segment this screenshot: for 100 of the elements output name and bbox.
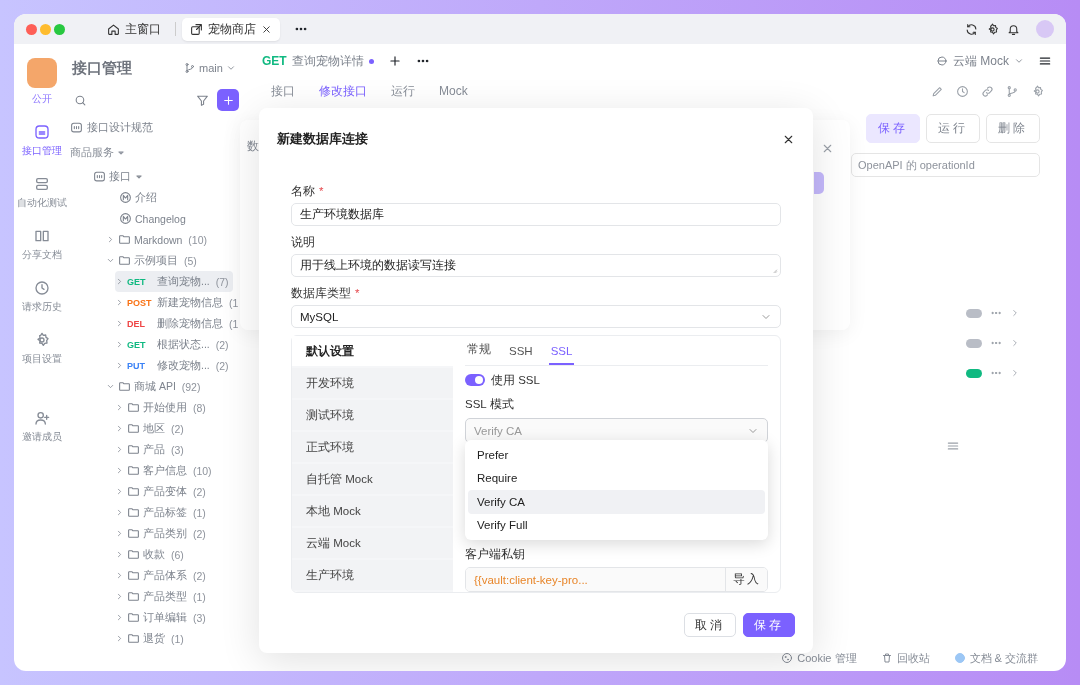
dropdown-option[interactable]: Require — [468, 466, 765, 490]
link-icon[interactable] — [981, 84, 994, 98]
tree-item[interactable]: 示例项目 (5) — [106, 250, 201, 271]
close-window-button[interactable] — [26, 23, 37, 35]
action-button[interactable]: 删除 — [986, 114, 1040, 143]
nav-item[interactable]: 邀请成员 — [22, 410, 62, 444]
input-field[interactable]: 生产环境数据库 — [291, 203, 781, 226]
tree-item[interactable]: 产品 (3) — [115, 439, 188, 460]
markdown-doc-icon — [119, 212, 132, 225]
method-label: POST — [127, 297, 153, 308]
filter-icon[interactable] — [196, 93, 209, 107]
tree-item[interactable]: GET 查询宠物... (7) — [115, 271, 233, 292]
chevron-right-icon — [115, 340, 124, 349]
environment-item[interactable]: 默认设置 — [292, 336, 453, 366]
action-button[interactable]: 运行 — [926, 114, 980, 143]
tree-item[interactable]: 订单编辑 (3) — [115, 607, 210, 628]
nav-item[interactable]: 接口管理 — [22, 124, 62, 158]
dropdown-option[interactable]: Prefer — [468, 443, 765, 467]
minimize-window-button[interactable] — [40, 23, 51, 35]
plus-icon[interactable] — [387, 54, 402, 68]
folder-icon — [127, 443, 140, 456]
settings-icon[interactable] — [986, 22, 999, 36]
action-button[interactable]: 保存 — [866, 114, 920, 143]
cookie-icon — [781, 652, 794, 664]
chevron-right-icon — [115, 571, 124, 580]
tab[interactable]: SSH — [507, 345, 535, 365]
dialog-button[interactable] — [814, 172, 824, 194]
dropdown-option[interactable]: Verify CA — [468, 490, 765, 514]
folder-icon — [127, 485, 140, 498]
tree-item[interactable]: 产品标签 (1) — [115, 502, 210, 523]
tree-item[interactable]: 产品变体 (2) — [115, 481, 210, 502]
branch-selector[interactable]: main — [184, 62, 236, 74]
tree-item[interactable]: 收款 (6) — [115, 544, 188, 565]
method-label: PUT — [127, 360, 146, 371]
chevron-right-icon[interactable] — [1010, 368, 1020, 378]
sub-tab[interactable]: 接口 — [271, 82, 295, 100]
chevron-right-icon — [115, 592, 124, 601]
tree-item[interactable]: 客户信息 (10) — [115, 460, 216, 481]
nav-item[interactable]: 自动化测试 — [17, 176, 67, 210]
add-button[interactable] — [217, 89, 239, 111]
tree-item[interactable]: 开始使用 (8) — [115, 397, 210, 418]
switch[interactable] — [966, 338, 982, 348]
chevron-right-icon[interactable] — [1010, 338, 1020, 348]
tree-item[interactable]: Markdown (10) — [106, 229, 212, 250]
nav-item[interactable]: 请求历史 — [22, 280, 62, 314]
pen-icon[interactable] — [931, 84, 944, 98]
refresh-icon[interactable] — [965, 22, 978, 36]
avatar[interactable] — [1036, 20, 1054, 38]
tree-item[interactable]: 产品体系 (2) — [115, 565, 210, 586]
tree-item[interactable]: PUT 修改宠物... (2) — [115, 355, 233, 376]
switch[interactable] — [966, 368, 982, 378]
sub-tab[interactable]: 运行 — [391, 82, 415, 100]
chevron-down-icon — [106, 382, 115, 391]
sub-tab[interactable]: Mock — [439, 84, 468, 98]
tree-item[interactable]: POST 新建宠物信息 (1 — [115, 292, 243, 313]
sub-tab[interactable]: 修改接口 — [319, 82, 367, 100]
text-area[interactable]: 用于线上环境的数据读写连接 — [291, 254, 781, 277]
chevron-down-icon — [1014, 56, 1024, 66]
folder-icon — [118, 233, 131, 246]
home-icon — [107, 22, 120, 36]
nav-item[interactable]: 项目设置 — [22, 332, 62, 366]
select-field[interactable]: MySQL — [291, 305, 781, 328]
service-selector[interactable]: 商品服务 — [70, 145, 126, 160]
tree-item[interactable]: Changelog — [106, 208, 190, 229]
chevron-down-icon — [225, 63, 236, 73]
nav-item[interactable]: 分享文档 — [22, 228, 62, 262]
operation-id-field[interactable]: OpenAPI 的 operationId — [851, 153, 1040, 177]
tree-item[interactable]: DEL 删除宠物信息 (1 — [115, 313, 243, 334]
window-tab[interactable]: 宠物商店 — [182, 17, 280, 41]
menu-icon[interactable] — [1038, 54, 1052, 68]
branch-icon[interactable] — [1006, 84, 1019, 98]
tree-item[interactable]: 介绍 — [106, 187, 161, 208]
tree-item[interactable]: 退货 (1) — [115, 628, 188, 649]
tab[interactable]: SSL — [548, 345, 575, 365]
tree-item[interactable]: 接口 — [93, 166, 148, 187]
environment-selector[interactable]: 云端 Mock — [936, 52, 1024, 70]
tree-item[interactable]: 产品类别 (2) — [115, 523, 210, 544]
footer-link[interactable]: 回收站 — [880, 650, 930, 666]
chevron-down-icon — [106, 256, 115, 265]
cancel-button[interactable]: 取消 — [684, 613, 736, 637]
window-tab[interactable]: 主窗口 — [99, 17, 169, 41]
tab[interactable]: 常规 — [465, 342, 493, 365]
toggle-switch[interactable] — [465, 374, 485, 386]
tree-item[interactable]: 地区 (2) — [115, 418, 188, 439]
footer-link[interactable]: Cookie 管理 — [781, 650, 857, 666]
spec-link[interactable]: 接口设计规范 — [70, 120, 153, 135]
tree-item[interactable]: 商城 API (92) — [106, 376, 205, 397]
chevron-right-icon[interactable] — [1010, 308, 1020, 318]
bell-icon[interactable] — [1007, 22, 1020, 36]
close-icon[interactable] — [261, 23, 272, 35]
clock-icon[interactable] — [956, 84, 969, 98]
tree-item[interactable]: GET 根据状态... (2) — [115, 334, 233, 355]
request-tab[interactable]: GET 查询宠物详情 — [262, 52, 374, 70]
tree-item[interactable]: 产品类型 (1) — [115, 586, 210, 607]
dropdown-option[interactable]: Verify Full — [468, 513, 765, 537]
save-button[interactable]: 保存 — [743, 613, 795, 637]
zoom-window-button[interactable] — [54, 23, 65, 35]
logo — [27, 58, 57, 88]
switch[interactable] — [966, 308, 982, 318]
footer-link[interactable]: 文档 & 交流群 — [953, 650, 1038, 666]
